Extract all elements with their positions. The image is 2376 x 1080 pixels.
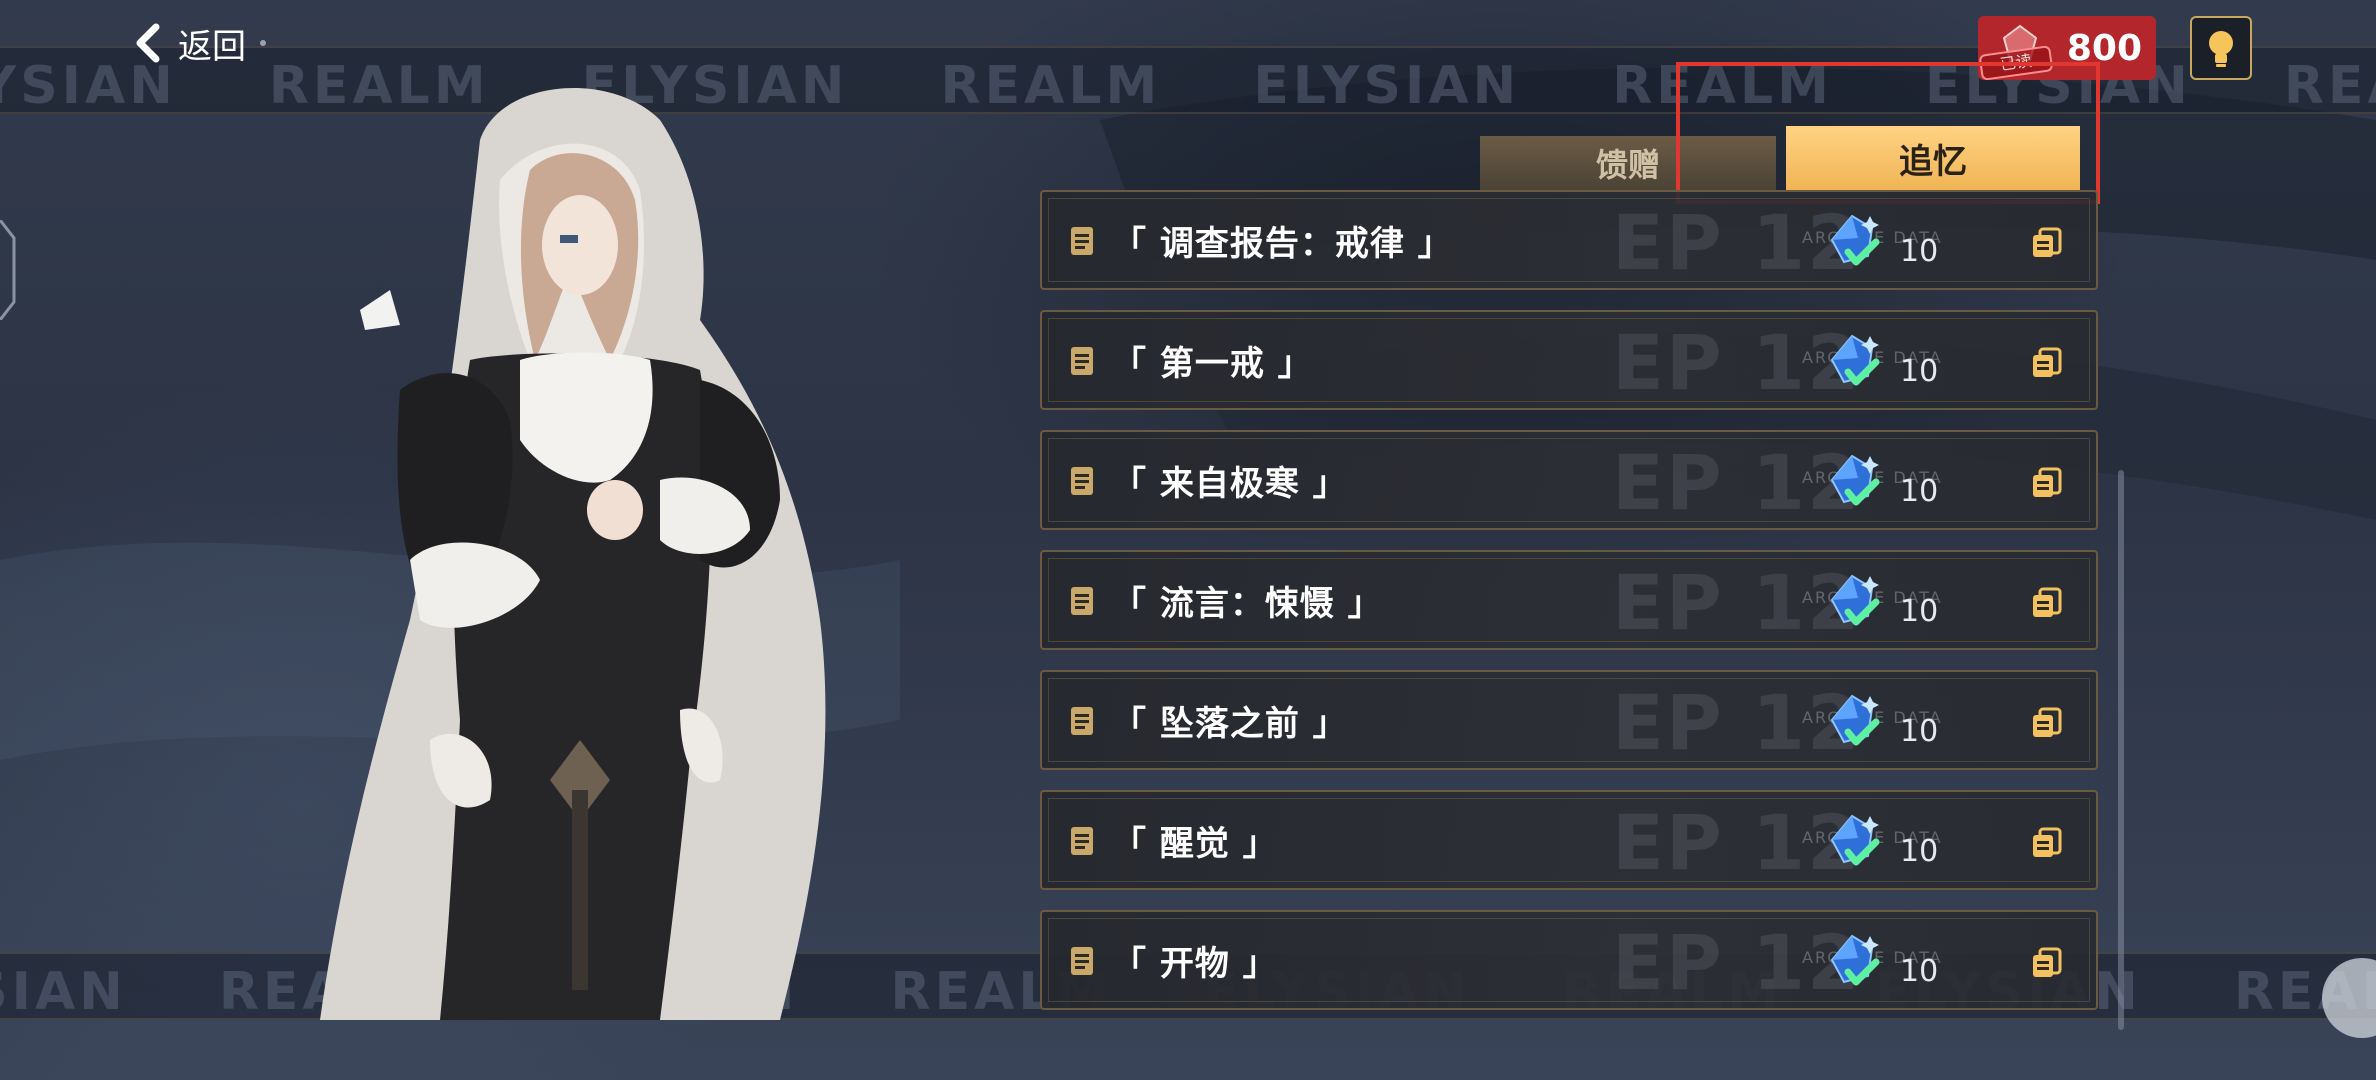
memory-title: 「 调查报告：戒律 」 xyxy=(1112,224,1453,264)
crystal-icon xyxy=(1830,814,1880,866)
copy-icon[interactable] xyxy=(2030,706,2064,740)
memory-row[interactable]: EP 12 「 第一戒 」 ARCHIVE DATA 10 xyxy=(1040,310,2098,410)
reward-amount: 10 xyxy=(1900,594,1939,629)
reward-amount: 10 xyxy=(1900,354,1939,389)
document-icon xyxy=(1071,467,1093,495)
back-label: 返回 xyxy=(178,26,246,67)
document-icon xyxy=(1071,347,1093,375)
chevron-left-icon xyxy=(136,23,160,63)
memory-row[interactable]: EP 12 「 开物 」 ARCHIVE DATA 10 xyxy=(1040,910,2098,1010)
game-screen: ELYSIAN REALM ELYSIAN REALM ELYSIAN REAL… xyxy=(0,0,2376,1080)
reward-amount: 10 xyxy=(1900,474,1939,509)
copy-icon[interactable] xyxy=(2030,346,2064,380)
scrollbar[interactable] xyxy=(2118,470,2124,1030)
memory-title: 「 第一戒 」 xyxy=(1112,344,1313,384)
back-button[interactable]: 返回 xyxy=(132,18,266,68)
document-icon xyxy=(1071,827,1093,855)
document-icon xyxy=(1071,947,1093,975)
side-hexagon-decor xyxy=(0,220,16,320)
memory-row[interactable]: EP 12 「 醒觉 」 ARCHIVE DATA 10 xyxy=(1040,790,2098,890)
reward-amount: 10 xyxy=(1900,714,1939,749)
memory-row[interactable]: EP 12 「 坠落之前 」 ARCHIVE DATA 10 xyxy=(1040,670,2098,770)
memory-title: 「 来自极寒 」 xyxy=(1112,464,1348,504)
document-icon xyxy=(1071,587,1093,615)
memory-row[interactable]: EP 12 「 调查报告：戒律 」 ARCHIVE DATA 10 xyxy=(1040,190,2098,290)
annotation-highlight-box xyxy=(1676,62,2100,204)
document-icon xyxy=(1071,707,1093,735)
copy-icon[interactable] xyxy=(2030,586,2064,620)
copy-icon[interactable] xyxy=(2030,826,2064,860)
crystal-icon xyxy=(1830,334,1880,386)
copy-icon[interactable] xyxy=(2030,226,2064,260)
memory-title: 「 醒觉 」 xyxy=(1112,824,1278,864)
crystal-icon xyxy=(1830,214,1880,266)
lightbulb-icon xyxy=(2209,31,2233,67)
copy-icon[interactable] xyxy=(2030,466,2064,500)
character-illustration xyxy=(320,87,826,1020)
crystal-icon xyxy=(1830,934,1880,986)
memory-row[interactable]: EP 12 「 来自极寒 」 ARCHIVE DATA 10 xyxy=(1040,430,2098,530)
memory-title: 「 流言：悚慑 」 xyxy=(1112,584,1383,624)
crystal-icon xyxy=(1830,694,1880,746)
reward-amount: 10 xyxy=(1900,834,1939,869)
reward-amount: 10 xyxy=(1900,234,1939,269)
memory-title: 「 开物 」 xyxy=(1112,944,1278,984)
memory-row[interactable]: EP 12 「 流言：悚慑 」 ARCHIVE DATA 10 xyxy=(1040,550,2098,650)
reward-amount: 10 xyxy=(1900,954,1939,989)
dot-decor xyxy=(260,40,266,46)
document-icon xyxy=(1071,227,1093,255)
crystal-icon xyxy=(1830,454,1880,506)
memory-title: 「 坠落之前 」 xyxy=(1112,704,1348,744)
hint-button[interactable] xyxy=(2190,16,2252,80)
crystal-icon xyxy=(1830,574,1880,626)
copy-icon[interactable] xyxy=(2030,946,2064,980)
